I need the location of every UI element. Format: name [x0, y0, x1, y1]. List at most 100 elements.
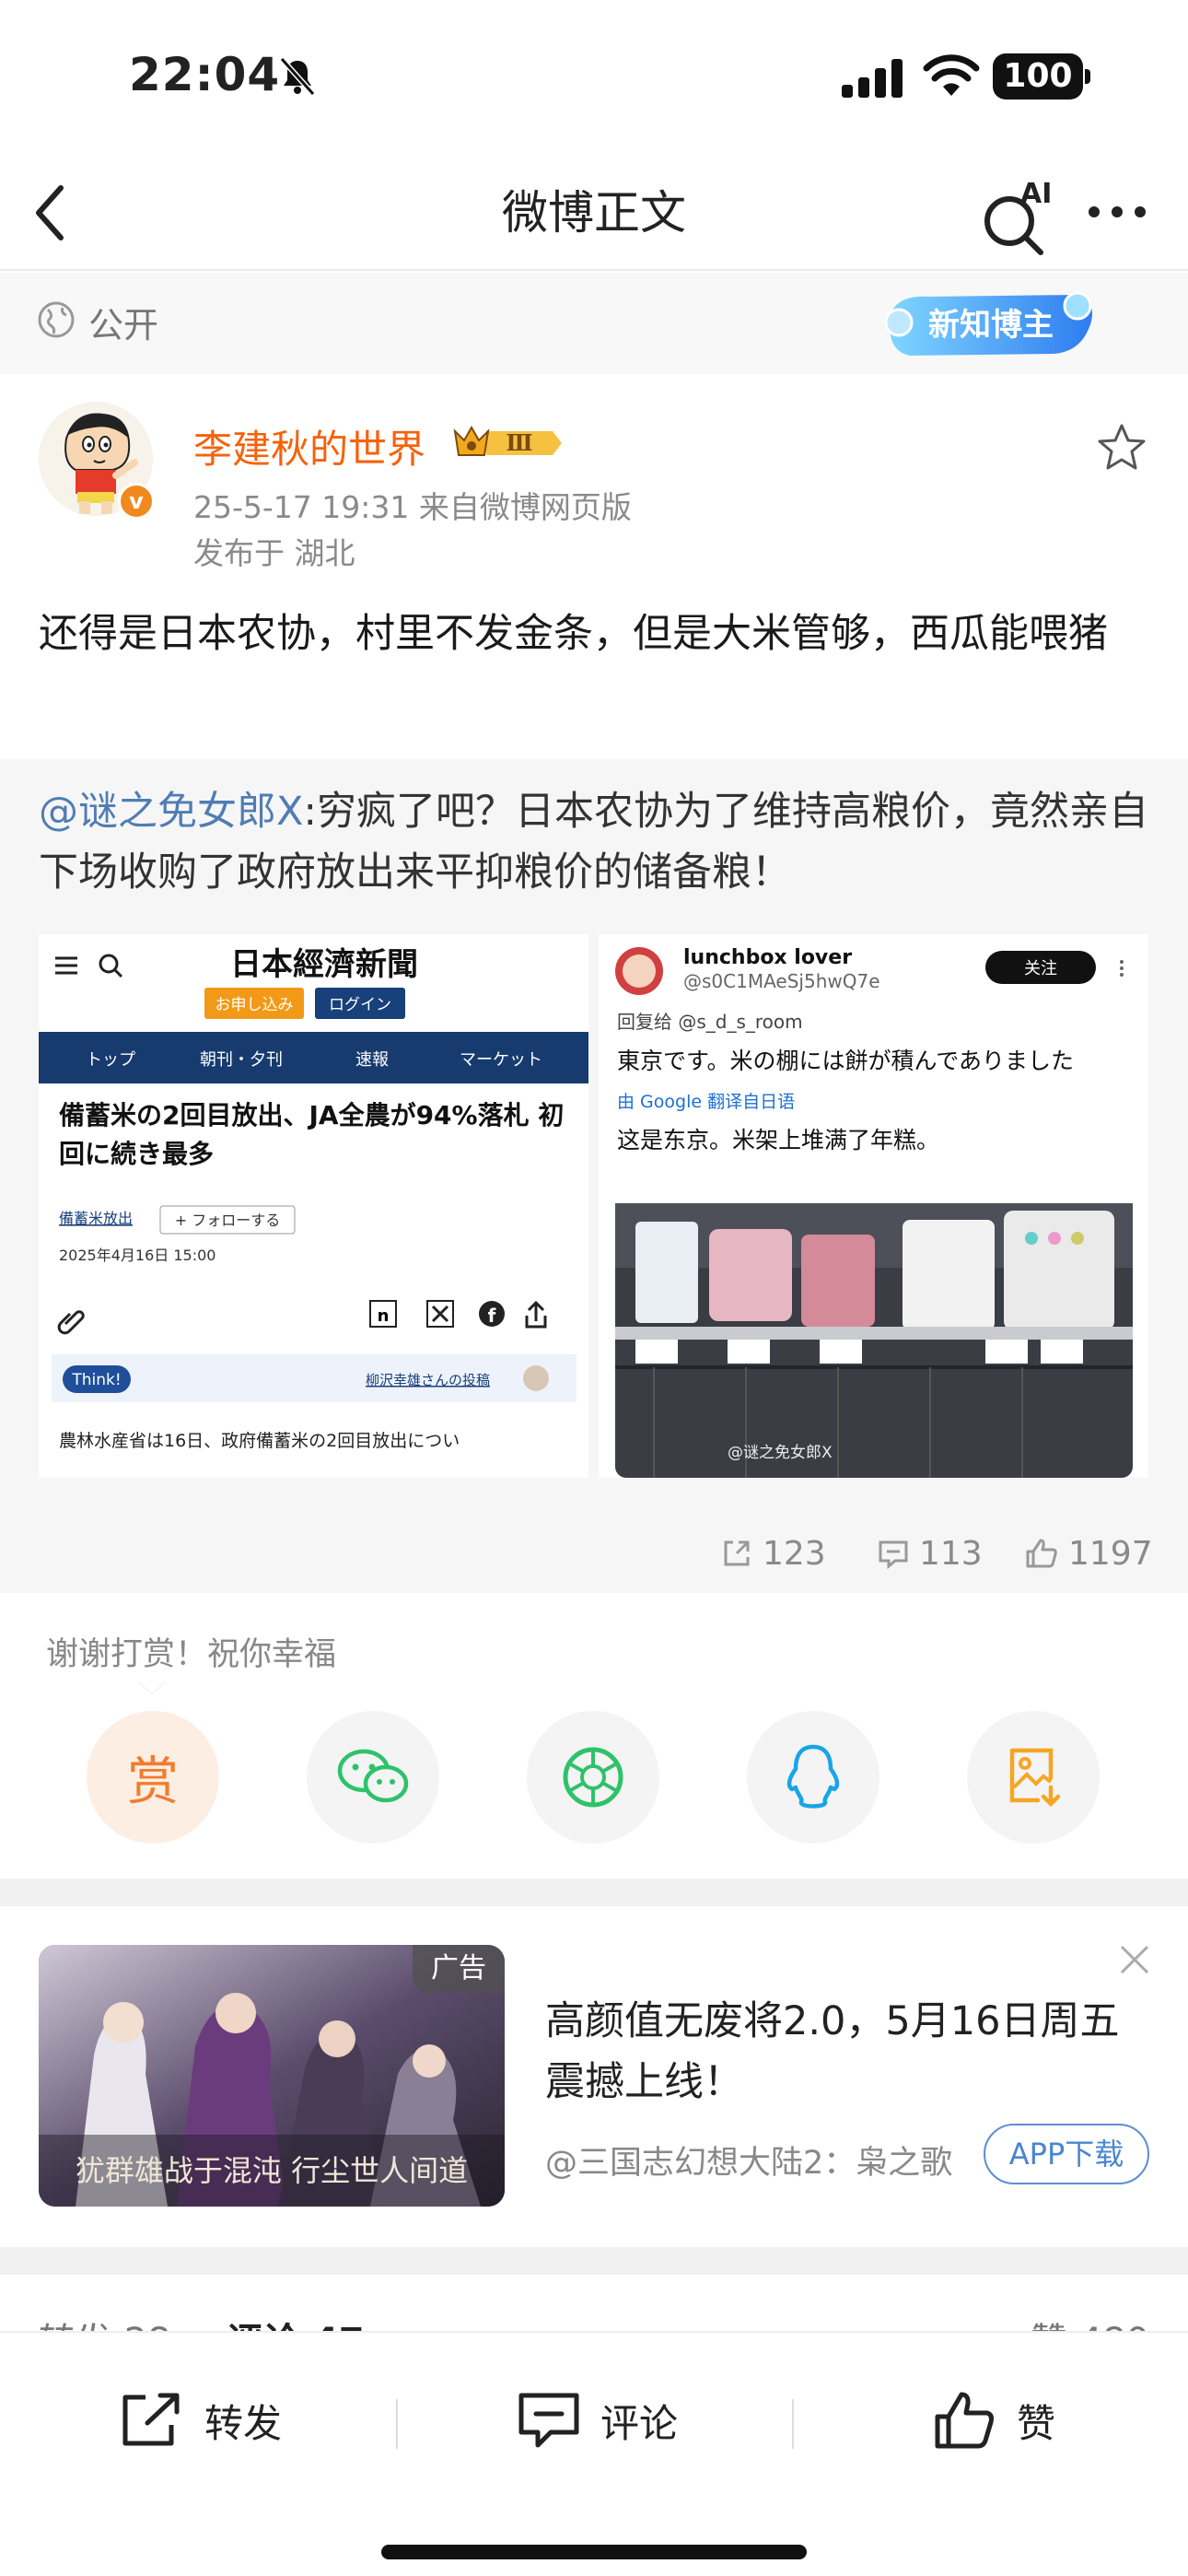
wifi-icon [923, 54, 980, 96]
favorite-star-icon[interactable] [1096, 422, 1147, 474]
nikkei-follow: + フォローする [175, 1212, 281, 1229]
ai-search-icon[interactable]: AI [976, 173, 1054, 256]
repost-text: @谜之免女郎X:穷疯了吧？日本农协为了维持高粮价，竟然亲自下场收购了政府放出来平… [39, 781, 1153, 903]
section-divider [0, 2247, 1188, 2275]
comments-count: 113 [919, 1534, 983, 1573]
share-qq-button[interactable] [747, 1711, 879, 1844]
battery-indicator: 100 [993, 53, 1090, 100]
svg-text:n: n [378, 1306, 390, 1326]
like-label: 赞 [1017, 2400, 1056, 2446]
repost-stats: 123 113 1197 [0, 1526, 1188, 1581]
nikkei-nav-4: マーケット [460, 1050, 542, 1070]
post-location: 发布于 湖北 [193, 535, 355, 571]
author-name[interactable]: 李建秋的世界 [193, 418, 425, 474]
save-album-icon [1009, 1748, 1061, 1808]
nikkei-nav-3: 速報 [355, 1050, 389, 1070]
comment-label: 评论 [600, 2400, 679, 2446]
thumbs-up-icon [1026, 1539, 1057, 1568]
stat-comments[interactable]: 113 [877, 1526, 983, 1581]
visibility-row: 公开 新知博主 [0, 273, 1188, 374]
comment-button[interactable]: 评论 [518, 2379, 678, 2462]
save-image-button[interactable] [967, 1711, 1100, 1844]
svg-text:f: f [488, 1305, 496, 1327]
clock: 22:04 [129, 48, 281, 101]
tweet-reply-to: 回复给 @s_d_s_room [617, 1011, 803, 1033]
verified-badge: v [118, 483, 155, 520]
nikkei-nav-2: 朝刊・夕刊 [200, 1050, 283, 1070]
repost-button[interactable]: 转发 [120, 2379, 282, 2462]
login-button: ログイン [329, 996, 391, 1014]
cellular-signal-icon [842, 59, 903, 98]
new-knowledge-blogger-badge[interactable]: 新知博主 [873, 284, 1103, 367]
ad-card[interactable]: 犹群雄战于混沌 行尘世人间道 广告 高颜值无废将2.0，5月16日周五震撼上线！… [0, 1906, 1188, 2247]
reward-label: 赏 [127, 1751, 179, 1812]
home-indicator[interactable] [381, 2545, 807, 2559]
app-download-button[interactable]: APP下载 [984, 2124, 1149, 2184]
repost-image-nikkei[interactable]: 日本經濟新聞 お申し込み ログイン トップ 朝刊・夕刊 速報 マーケット 備蓄米… [39, 934, 588, 1478]
nav-bar: 微博正文 AI [0, 157, 1188, 271]
nikkei-nav-1: トップ [86, 1050, 135, 1070]
qq-penguin-icon [786, 1744, 840, 1809]
thumbs-up-icon [935, 2392, 994, 2449]
apply-button: お申し込み [215, 996, 294, 1014]
stat-likes[interactable]: 1197 [1024, 1526, 1153, 1581]
more-options-icon[interactable] [1085, 193, 1149, 230]
author-header: v 李建秋的世界 Ⅲ 25-5-17 19:31 来自微博网页版 发布于 湖北 … [0, 374, 1188, 724]
like-button[interactable]: 赞 [934, 2379, 1055, 2462]
badge-text: 新知博主 [928, 307, 1054, 344]
tooltip-pointer [138, 1681, 166, 1695]
reward-share-section: 谢谢打赏！祝你幸福 赏 [0, 1593, 1188, 1879]
toolbar-divider [792, 2399, 794, 2449]
comment-icon [879, 1540, 908, 1570]
reposted-weibo[interactable]: @谜之免女郎X:穷疯了吧？日本农协为了维持高粮价，竟然亲自下场收购了政府放出来平… [0, 759, 1188, 1593]
repost-label: 转发 [204, 2400, 283, 2446]
moments-aperture-icon [563, 1747, 623, 1808]
thanks-text: 谢谢打赏！祝你幸福 [46, 1636, 337, 1673]
tweet-handle: @s0C1MAeSj5hwQ7e [683, 970, 880, 992]
post-text: 还得是日本农协，村里不发金条，但是大米管够，西瓜能喂猪 [39, 611, 1108, 657]
comment-icon [518, 2393, 579, 2448]
section-divider [0, 1879, 1188, 1906]
ad-title[interactable]: 高颜值无废将2.0，5月16日周五震撼上线！ [545, 1991, 1144, 2113]
close-icon[interactable] [1118, 1943, 1151, 1976]
status-bar: 22:04 100 [0, 0, 1188, 157]
likes-count: 1197 [1068, 1534, 1153, 1573]
nikkei-screenshot: 日本經濟新聞 お申し込み ログイン トップ 朝刊・夕刊 速報 マーケット 備蓄米… [39, 934, 588, 1478]
repost-icon [122, 2393, 180, 2446]
tweet-translated: 这是东京。米架上堆满了年糕。 [617, 1127, 939, 1153]
reposts-count: 123 [763, 1534, 826, 1573]
repost-image-tweet[interactable]: lunchbox lover @s0C1MAeSj5hwQ7e 关注 回复给 @… [599, 934, 1148, 1478]
bottom-toolbar: 转发 评论 赞 [0, 2331, 1188, 2576]
globe-icon [38, 301, 75, 338]
visibility-label: 公开 [88, 305, 159, 345]
tweet-watermark: @谜之免女郎X [728, 1444, 833, 1462]
repost-mention[interactable]: @谜之免女郎X [39, 789, 303, 835]
tweet-follow: 关注 [1024, 959, 1057, 978]
tweet-original: 東京です。米の棚には餅が積んでありました [617, 1048, 1074, 1074]
vip-crown-icon[interactable]: Ⅲ [451, 420, 562, 466]
stat-reposts[interactable]: 123 [720, 1526, 826, 1581]
ad-tag: 广告 [413, 1945, 505, 1993]
wechat-icon [337, 1749, 409, 1803]
nikkei-tag: 備蓄米放出 [59, 1210, 133, 1227]
post-time-source: 25-5-17 19:31 来自微博网页版 [193, 489, 632, 525]
nikkei-body: 農林水産省は16日、政府備蓄米の2回目放出につい [59, 1431, 460, 1451]
masthead: 日本經濟新聞 [230, 946, 418, 983]
reward-button[interactable]: 赏 [87, 1711, 219, 1844]
share-moments-button[interactable] [527, 1711, 659, 1844]
mute-bell-icon [279, 56, 316, 97]
think-note: 柳沢幸雄さんの投稿 [366, 1372, 490, 1388]
ad-source: @三国志幻想大陆2：枭之歌 [545, 2145, 953, 2182]
nikkei-date: 2025年4月16日 15:00 [59, 1247, 215, 1264]
tweet-screenshot: lunchbox lover @s0C1MAeSj5hwQ7e 关注 回复给 @… [599, 934, 1148, 1478]
ad-banner-image[interactable]: 犹群雄战于混沌 行尘世人间道 广告 [39, 1945, 505, 2207]
tweet-translate: 由 Google 翻译自日语 [617, 1092, 795, 1112]
share-icon [724, 1540, 750, 1566]
interaction-tabs: 转发 28 评论 47 赞 480 [0, 2275, 1188, 2339]
tweet-user: lunchbox lover [683, 946, 852, 969]
think-badge: Think! [71, 1371, 121, 1389]
ai-label: AI [1020, 178, 1052, 210]
ad-banner-text: 犹群雄战于混沌 行尘世人间道 [76, 2153, 468, 2188]
share-wechat-button[interactable] [307, 1711, 439, 1844]
toolbar-divider [396, 2399, 398, 2449]
